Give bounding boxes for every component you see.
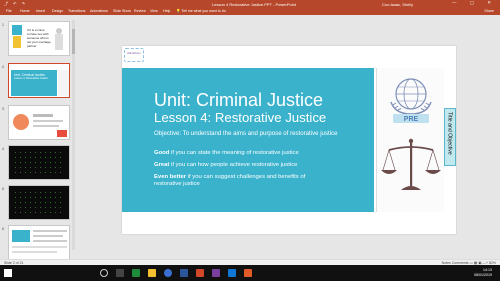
file-explorer-icon[interactable] [148,269,156,277]
app-icon[interactable] [244,269,252,277]
good-text: if you can state the meaning of restorat… [169,150,299,156]
criterion-great[interactable]: Great if you can how people achieve rest… [154,162,297,169]
logo-text: RE Ethics [127,51,141,55]
lesson-objective[interactable]: Objective: To understand the aims and pu… [154,130,337,137]
tab-transitions[interactable]: Transitions [68,9,85,13]
system-clock[interactable]: 14:13 08/01/2019 [474,268,492,277]
thumbnail-scroll-thumb[interactable] [72,29,75,54]
better-label: Even better [154,174,187,180]
image-panel: PRE [376,68,444,212]
slide6-preview [12,230,67,253]
svg-text:partner: partner [27,44,37,48]
document-title: Lesson 4 Restorative Justice.PPT - Power… [212,1,296,7]
slide3-preview [13,114,67,137]
pre-label: PRE [404,116,419,123]
tab-review[interactable]: Review [134,9,146,13]
tab-file[interactable]: File [6,9,12,13]
user-name[interactable]: Cox-Isaac, Shelly [382,2,413,7]
criterion-even-better-line2[interactable]: restorative justice [154,181,200,188]
slide-thumbnail-2[interactable]: Unit: Criminal Justice Lesson 4: Restora… [8,63,70,98]
clock-date: 08/01/2019 [474,272,492,277]
better-text: if you can suggest challenges and benefi… [186,174,306,180]
side-tab-label: Title and Objective [446,112,453,155]
un-emblem-icon [390,78,432,115]
criterion-even-better[interactable]: Even better if you can suggest challenge… [154,174,305,181]
thumb-number-2: 2 [2,65,4,69]
task-view-icon[interactable] [116,269,124,277]
tab-view[interactable]: View [150,9,158,13]
tell-me-search[interactable]: 💡 Tell me what you want to do [176,9,226,13]
thumb-number-4: 4 [2,147,4,151]
title-and-objective-tab[interactable]: Title and Objective [444,108,456,166]
slide2-preview-side [58,70,69,96]
excel-icon[interactable] [132,269,140,277]
tab-slide-show[interactable]: Slide Show [113,9,131,13]
slide-thumbnail-4[interactable] [8,145,70,180]
thumb-number-5: 5 [2,187,4,191]
slide-thumbnail-1[interactable]: If it is a crime to have sex with someon… [8,21,70,56]
good-label: Good [154,150,170,156]
panel-graphics: PRE [381,78,441,190]
tab-animations[interactable]: Animations [90,9,108,13]
title-bar: ⤴ ↶ ↷ Lesson 4 Restorative Justice.PPT -… [0,0,500,7]
windows-start-icon[interactable] [4,269,12,277]
thumb-number-6: 6 [2,227,4,231]
criterion-good[interactable]: Good if you can state the meaning of res… [154,150,299,157]
slide-thumbnail-3[interactable] [8,105,70,140]
great-text: if you can how people achieve restorativ… [169,162,298,168]
windows-taskbar: 14:13 08/01/2019 [0,265,500,281]
slide5-preview [13,190,65,215]
window-buttons[interactable]: — ▢ ✕ [452,0,497,6]
slide-subtitle[interactable]: Lesson 4: Restorative Justice [154,110,326,125]
onenote-icon[interactable] [212,269,220,277]
slide-thumbnail-6[interactable] [8,225,70,260]
powerpoint-icon[interactable] [196,269,204,277]
tab-insert[interactable]: Insert [36,9,45,13]
slide4-preview [13,150,65,175]
slide-thumbnail-5[interactable] [8,185,70,220]
tab-home[interactable]: Home [20,9,30,13]
share-button[interactable]: Share [484,9,494,13]
scales-of-justice-icon [381,138,441,190]
thumb-number-3: 3 [2,107,4,111]
browser-icon[interactable] [164,269,172,277]
slide1-preview: If it is a crime to have sex with someon… [12,25,63,50]
thumb-number-1: 1 [2,23,4,27]
search-icon[interactable] [100,269,108,277]
outlook-icon[interactable] [228,269,236,277]
tab-design[interactable]: Design [52,9,63,13]
great-label: Great [154,162,170,168]
thumbnail-scrollbar[interactable] [72,20,75,250]
slide-title[interactable]: Unit: Criminal Justice [154,90,323,111]
word-icon[interactable] [180,269,188,277]
tell-me-label: Tell me what you want to do [181,9,226,13]
slide-thumbnail-pane: 1 If it is a crime to have sex with some… [0,15,78,260]
ribbon-tabs: File Home Insert Design Transitions Anim… [0,7,500,15]
slide2-subtitle: Lesson 4: Restorative Justice [14,77,48,80]
re-ethics-logo: RE Ethics [124,48,144,62]
tab-help[interactable]: Help [163,9,170,13]
